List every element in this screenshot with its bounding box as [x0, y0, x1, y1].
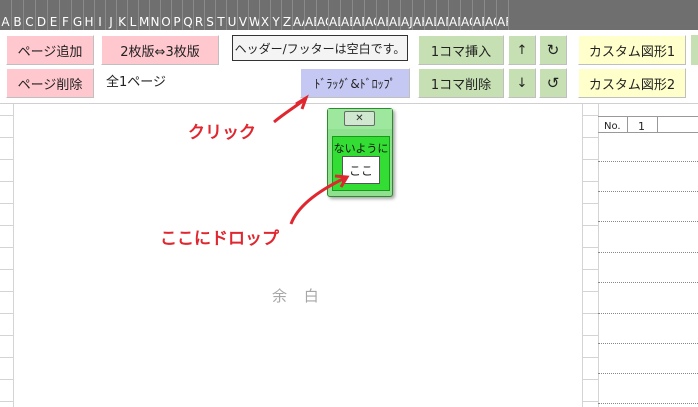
annotation-arrows [273, 94, 350, 225]
drop-arrow [289, 176, 346, 225]
